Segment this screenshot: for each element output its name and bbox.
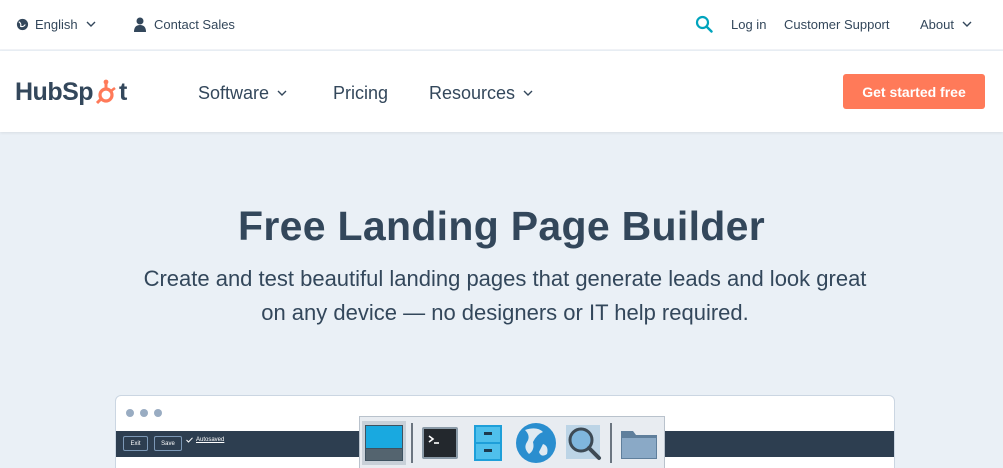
logo-text-part: HubSp	[15, 77, 94, 106]
search-icon	[695, 15, 713, 33]
dock-separator	[610, 423, 612, 463]
dock-item-terminal[interactable]	[418, 421, 462, 465]
dock-item-file-cabinet[interactable]	[466, 421, 510, 465]
nav-resources[interactable]: Resources	[429, 79, 533, 107]
hero-subtitle: Create and test beautiful landing pages …	[143, 266, 867, 325]
dock-item-magnifier[interactable]	[562, 421, 606, 465]
language-label: English	[35, 16, 78, 32]
login-label: Log in	[731, 16, 767, 32]
search-button[interactable]	[695, 0, 713, 48]
person-icon	[134, 17, 146, 32]
sprocket-icon	[95, 79, 116, 105]
contact-sales-link[interactable]: Contact Sales	[132, 0, 235, 48]
dock-item-folder[interactable]	[617, 421, 661, 465]
get-started-free-button[interactable]: Get started free	[843, 74, 985, 109]
window-dot	[140, 409, 148, 417]
mockup-exit-button: Exit	[123, 436, 148, 451]
nav-pricing-label: Pricing	[333, 82, 389, 103]
terminal-icon	[422, 427, 458, 459]
nav-pricing[interactable]: Pricing	[333, 79, 388, 107]
about-label: About	[920, 16, 954, 32]
check-icon	[186, 437, 193, 443]
dock-item-globe[interactable]	[514, 421, 558, 465]
file-cabinet-icon	[474, 425, 502, 461]
globe-icon	[516, 423, 556, 463]
logo-text-part: t	[119, 77, 127, 106]
mockup-autosaved: Autosaved	[186, 437, 224, 443]
main-nav: HubSp t Software Pricing Resources Get s…	[0, 51, 1003, 132]
folder-icon	[621, 431, 657, 459]
nav-resources-label: Resources	[429, 82, 516, 103]
language-selector[interactable]: English	[16, 0, 96, 48]
window-dot	[154, 409, 162, 417]
hero-title: Free Landing Page Builder	[238, 203, 765, 249]
utility-bar: English Contact Sales Log in Customer Su…	[0, 0, 1003, 50]
about-menu[interactable]: About	[920, 0, 972, 48]
chevron-down-icon	[277, 90, 287, 96]
chevron-down-icon	[962, 21, 972, 27]
nav-software[interactable]: Software	[198, 79, 287, 107]
dock-separator	[411, 423, 413, 463]
hubspot-logo[interactable]: HubSp t	[15, 77, 127, 107]
dock	[359, 416, 665, 468]
magnifier-icon	[566, 425, 601, 460]
customer-support-label: Customer Support	[784, 16, 890, 32]
login-link[interactable]: Log in	[731, 0, 766, 48]
globe-icon	[16, 18, 29, 30]
window-icon	[365, 425, 403, 461]
customer-support-link[interactable]: Customer Support	[784, 0, 890, 48]
dock-item-window[interactable]	[362, 421, 406, 465]
chevron-down-icon	[86, 21, 96, 27]
chevron-down-icon	[523, 90, 533, 96]
window-dots	[126, 409, 162, 417]
window-dot	[126, 409, 134, 417]
mockup-save-button: Save	[154, 436, 182, 451]
contact-sales-label: Contact Sales	[154, 16, 235, 32]
mockup-autosaved-label: Autosaved	[196, 437, 225, 443]
nav-software-label: Software	[198, 82, 270, 103]
